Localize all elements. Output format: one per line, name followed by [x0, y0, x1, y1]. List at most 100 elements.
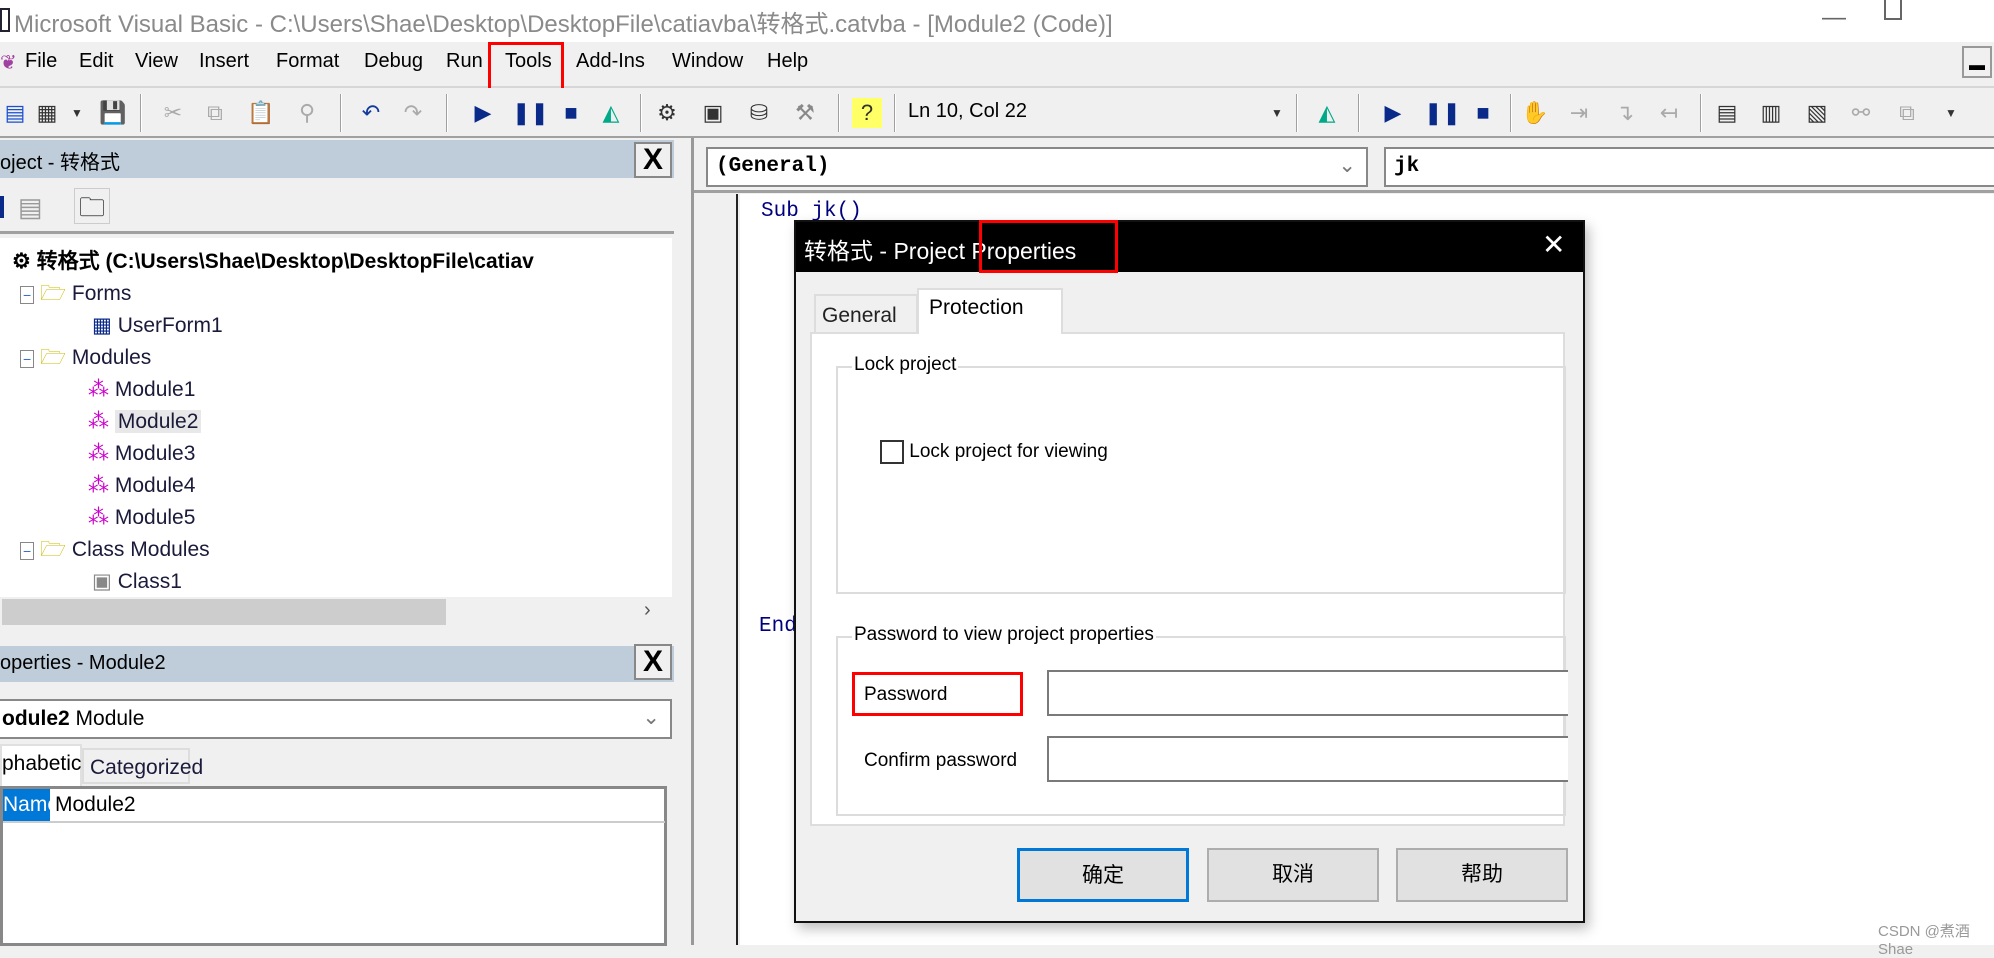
project-panel-close-button[interactable]: X: [634, 142, 672, 178]
view-code-icon[interactable]: [0, 196, 4, 218]
lock-project-group: Lock project Lock project for viewing: [836, 354, 1566, 594]
locals-window-icon[interactable]: ▤: [1712, 98, 1742, 128]
tree-node-module3[interactable]: ⁂ Module3: [88, 439, 195, 469]
tab-protection[interactable]: Protection: [917, 288, 1063, 334]
insert-userform-icon[interactable]: ▦: [32, 98, 62, 128]
view-object-icon[interactable]: ▤: [18, 192, 43, 223]
menu-view[interactable]: View: [135, 50, 178, 73]
view-excel-icon[interactable]: ▤: [0, 98, 30, 128]
ok-button[interactable]: 确定: [1017, 848, 1189, 902]
tree-node-module1[interactable]: ⁂ Module1: [88, 375, 195, 405]
collapse-icon: −: [20, 286, 35, 304]
menu-file[interactable]: File: [25, 50, 57, 73]
tree-root[interactable]: ⚙ 转格式 (C:\Users\Shae\Desktop\DesktopFile…: [12, 247, 534, 277]
immediate-window-icon[interactable]: ▥: [1756, 98, 1786, 128]
tree-node-class1[interactable]: ▣ Class1: [92, 567, 182, 597]
minimize-button[interactable]: —: [1822, 4, 1846, 32]
redo-icon[interactable]: ↷: [398, 98, 428, 128]
object-selector[interactable]: odule2 Module ⌄: [0, 699, 672, 739]
step-into-icon[interactable]: ⇥: [1564, 98, 1594, 128]
property-row-name[interactable]: Name) Module2: [3, 789, 665, 823]
properties-panel-close-button[interactable]: X: [634, 644, 672, 680]
dialog-close-button[interactable]: ✕: [1542, 228, 1565, 261]
quick-watch-icon[interactable]: ⚯: [1846, 98, 1876, 128]
reset-icon-2[interactable]: ■: [1468, 98, 1498, 128]
tools-highlight-box: [488, 42, 564, 92]
tab-categorized[interactable]: Categorized: [82, 748, 203, 784]
toolbar-options-icon[interactable]: ▼: [1262, 98, 1292, 128]
menu-edit[interactable]: Edit: [79, 50, 113, 73]
step-over-icon[interactable]: ↴: [1610, 98, 1640, 128]
menu-format[interactable]: Format: [276, 50, 339, 73]
tree-node-module2[interactable]: ⁂ Module2: [88, 407, 202, 437]
menu-window[interactable]: Window: [672, 50, 743, 73]
window-title: Microsoft Visual Basic - C:\Users\Shae\D…: [14, 11, 1113, 38]
confirm-password-input[interactable]: [1047, 736, 1568, 782]
project-icon: ⚙: [12, 250, 37, 273]
properties-panel-title: operties - Module2: [0, 652, 166, 674]
menu-run[interactable]: Run: [446, 50, 483, 73]
tree-node-module5[interactable]: ⁂ Module5: [88, 503, 195, 533]
project-panel-title: oject - 转格式: [0, 152, 121, 174]
scrollbar-thumb[interactable]: [2, 599, 446, 625]
menu-add-ins[interactable]: Add-Ins: [576, 50, 645, 73]
lock-project-checkbox[interactable]: Lock project for viewing: [880, 440, 1108, 464]
mdi-minimize-button[interactable]: ▬: [1962, 46, 1992, 78]
copy-icon[interactable]: ⧉: [200, 98, 230, 128]
paste-icon[interactable]: 📋: [246, 98, 276, 128]
code-line: End: [759, 615, 797, 638]
menu-debug[interactable]: Debug: [364, 50, 423, 73]
project-panel-title-bar: oject - 转格式 X: [0, 140, 674, 178]
properties-grid: Name) Module2: [0, 786, 667, 946]
help-button[interactable]: 帮助: [1396, 848, 1568, 902]
toolbox-icon[interactable]: ⚒: [790, 98, 820, 128]
dropdown-arrow-icon[interactable]: ▼: [62, 98, 92, 128]
object-combo[interactable]: (General) ⌄: [706, 147, 1368, 187]
tab-general[interactable]: General: [814, 294, 918, 334]
project-explorer-icon[interactable]: ⚙: [652, 98, 682, 128]
menu-insert[interactable]: Insert: [199, 50, 249, 73]
project-properties-dialog: 转格式 - Project Properties ✕ General Prote…: [794, 220, 1585, 923]
call-stack-icon[interactable]: ⧉: [1892, 98, 1922, 128]
cut-icon[interactable]: ✂: [158, 98, 188, 128]
splitter[interactable]: [674, 138, 694, 945]
tree-node-modules[interactable]: − 🗁 Modules: [20, 343, 151, 373]
reset-icon[interactable]: ■: [556, 98, 586, 128]
collapse-icon: −: [20, 542, 35, 560]
run-icon-2[interactable]: ▶: [1378, 98, 1408, 128]
password-input[interactable]: [1047, 670, 1568, 716]
break-icon-2[interactable]: ❚❚: [1424, 98, 1461, 128]
break-icon[interactable]: ❚❚: [512, 98, 549, 128]
find-icon[interactable]: ⚲: [292, 98, 322, 128]
step-out-icon[interactable]: ↤: [1654, 98, 1684, 128]
run-icon[interactable]: ▶: [468, 98, 498, 128]
toolbar-options-icon-2[interactable]: ▼: [1936, 98, 1966, 128]
object-browser-icon[interactable]: ⛁: [744, 98, 774, 128]
tree-node-forms[interactable]: − 🗁 Forms: [20, 279, 131, 309]
module-icon: ⁂: [88, 410, 109, 433]
scroll-right-icon[interactable]: ›: [644, 599, 651, 622]
help-icon[interactable]: ?: [852, 98, 882, 128]
design-mode-icon[interactable]: ◭: [596, 98, 626, 128]
undo-icon[interactable]: ↶: [356, 98, 386, 128]
tree-node-userform1[interactable]: ▦ UserForm1: [92, 311, 223, 341]
watermark: CSDN @煮酒Shae: [1878, 923, 1970, 958]
property-value[interactable]: Module2: [55, 793, 136, 817]
watch-window-icon[interactable]: ▧: [1802, 98, 1832, 128]
module-icon: ⁂: [88, 442, 109, 465]
lock-project-group-label: Lock project: [852, 354, 959, 376]
properties-window-icon[interactable]: ▣: [698, 98, 728, 128]
save-icon[interactable]: 💾: [98, 98, 128, 128]
maximize-button[interactable]: [1884, 0, 1902, 20]
toggle-folders-icon[interactable]: 🗀: [74, 188, 110, 224]
procedure-combo[interactable]: jk: [1384, 147, 1994, 187]
tree-node-module4[interactable]: ⁂ Module4: [88, 471, 195, 501]
checkbox-box[interactable]: [880, 440, 904, 464]
project-tree-hscrollbar[interactable]: ›: [0, 597, 672, 629]
tree-node-class-modules[interactable]: − 🗁 Class Modules: [20, 535, 210, 565]
tab-alphabetic[interactable]: phabetic: [0, 744, 82, 786]
menu-help[interactable]: Help: [767, 50, 808, 73]
cancel-button[interactable]: 取消: [1207, 848, 1379, 902]
toggle-breakpoint-icon[interactable]: ✋: [1520, 98, 1550, 128]
design-mode-icon-2[interactable]: ◭: [1312, 98, 1342, 128]
